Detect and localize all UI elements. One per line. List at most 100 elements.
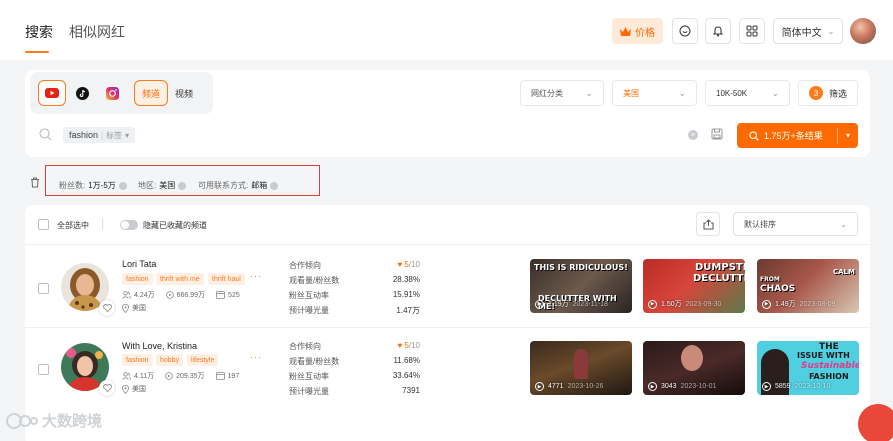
tab-similar-influencers[interactable]: 相似网红 <box>69 22 125 42</box>
tag[interactable]: hobby <box>156 354 184 366</box>
metric-label: 粉丝互动率 <box>289 372 329 381</box>
tag[interactable]: lifestyle <box>187 354 219 366</box>
brand-logo-icon <box>6 412 38 429</box>
video-date: 2023-10-26 <box>567 383 604 390</box>
clear-search-button[interactable]: × <box>688 130 698 140</box>
country-dropdown-label: 美国 <box>623 88 639 98</box>
heart-icon: ♥ <box>397 341 403 350</box>
video-date: 2023-11-18 <box>572 300 608 308</box>
location-pin-icon <box>122 384 129 394</box>
pricing-button[interactable]: 价格 <box>612 18 663 44</box>
heart-icon: ♥ <box>397 260 403 269</box>
remove-filter-icon[interactable] <box>178 181 187 190</box>
more-tags-button[interactable]: ··· <box>250 352 262 362</box>
channel-stats: 4.24万 666.99万 525 <box>122 290 240 300</box>
content-type-channel[interactable]: 频道 <box>134 80 168 106</box>
tag[interactable]: fashion <box>122 354 153 366</box>
chevron-down-icon: ⌄ <box>840 219 847 229</box>
country-dropdown[interactable]: 美国 ⌄ <box>612 80 697 106</box>
platform-tiktok[interactable] <box>68 80 96 106</box>
tab-search[interactable]: 搜索 <box>25 22 53 42</box>
influencer-name[interactable]: With Love, Kristina <box>122 341 197 351</box>
filter-count-badge: 3 <box>808 86 823 100</box>
hide-collected-toggle[interactable] <box>120 220 138 230</box>
play-icon: ▶ <box>762 382 771 391</box>
content-type-video[interactable]: 视频 <box>170 80 198 106</box>
category-dropdown[interactable]: 网红分类 ⌄ <box>520 80 604 106</box>
grid-icon <box>746 25 758 37</box>
heart-icon <box>102 384 112 392</box>
sort-dropdown[interactable]: 默认排序 ⌄ <box>733 212 858 236</box>
video-meta: ▶ 1.49万 2023-08-09 <box>762 299 835 309</box>
category-dropdown-label: 网红分类 <box>531 88 563 98</box>
applied-filter-label: 可用联系方式: <box>198 181 249 190</box>
location-text: 美国 <box>132 305 146 312</box>
video-thumbnail[interactable]: DUMPSTER DECLUTTER ▶1.50万2023-09-30 <box>643 259 745 313</box>
keyword-chip[interactable]: fashion | 标签 ▾ <box>63 127 136 143</box>
apps-button[interactable] <box>739 18 765 44</box>
platform-youtube[interactable] <box>38 80 66 106</box>
video-thumbnail[interactable]: FROM CHAOS CALM ▶ 1.49万 2023-08-09 <box>757 259 859 313</box>
influencer-name[interactable]: Lori Tata <box>122 259 156 269</box>
chevron-down-icon: ⌄ <box>771 87 779 98</box>
trash-icon[interactable] <box>30 177 40 188</box>
chevron-down-icon: ⌄ <box>585 87 593 98</box>
applied-filter-region[interactable]: 地区: 美国 <box>138 180 187 191</box>
video-thumbnail[interactable]: ▶ 3043 2023-10-01 <box>643 341 745 395</box>
applied-filter-followers[interactable]: 粉丝数: 1万-5万 <box>59 180 127 191</box>
applied-filter-contact[interactable]: 可用联系方式: 邮箱 <box>198 180 279 191</box>
remove-filter-icon[interactable] <box>118 181 127 190</box>
favorite-button[interactable] <box>99 300 115 316</box>
play-icon: ▶ <box>648 382 657 391</box>
search-icon <box>749 130 759 141</box>
metric-label: 合作倾向 <box>289 261 321 270</box>
user-avatar[interactable] <box>850 18 876 44</box>
tag[interactable]: thrift with me <box>156 273 204 285</box>
views-count: 209.35万 <box>176 373 205 380</box>
search-button[interactable]: 1.75万+条结果 ▾ <box>737 123 858 148</box>
notifications-button[interactable] <box>705 18 731 44</box>
video-thumbnail[interactable]: THE ISSUE WITH Sustainable FASHION ▶ 5859… <box>757 341 859 395</box>
select-all-label: 全部选中 <box>57 221 89 230</box>
video-date: 2023-09-30 <box>685 300 722 308</box>
location-pin-icon <box>122 303 129 313</box>
tag[interactable]: thrift haul <box>208 273 245 285</box>
videos-count: 197 <box>227 372 240 380</box>
save-search-icon[interactable] <box>711 128 723 140</box>
row-checkbox[interactable] <box>38 364 49 375</box>
search-options-dropdown[interactable]: ▾ <box>838 131 858 140</box>
video-date: 2023-10-10 <box>794 383 831 390</box>
estimated-exposure: 1.47万 <box>396 306 420 315</box>
tag[interactable]: fashion <box>122 273 153 285</box>
video-meta: ▶ 4771 2023-10-26 <box>535 382 603 391</box>
caret-down-icon: ▾ <box>845 131 850 140</box>
applied-filter-label: 地区: <box>138 181 157 190</box>
language-select[interactable]: 简体中文 ⌄ <box>773 18 843 44</box>
row-checkbox[interactable] <box>38 283 49 294</box>
export-button[interactable] <box>696 212 720 236</box>
support-button[interactable] <box>672 18 698 44</box>
location: 美国 <box>122 303 146 313</box>
video-thumbnail[interactable]: ▶ 4771 2023-10-26 <box>530 341 632 395</box>
filter-button[interactable]: 3 筛选 <box>798 80 858 106</box>
select-all-checkbox[interactable] <box>38 219 49 230</box>
favorite-button[interactable] <box>99 380 115 396</box>
chevron-down-icon: ⌄ <box>678 87 686 98</box>
video-thumbnail[interactable]: THIS IS RIDICULOUS! DECLUTTER WITH ME! ▶… <box>530 259 632 313</box>
remove-filter-icon[interactable] <box>270 181 279 190</box>
followers-dropdown[interactable]: 10K-50K ⌄ <box>705 80 790 106</box>
crown-icon <box>620 26 631 36</box>
video-meta: ▶ 5859 2023-10-10 <box>762 382 830 391</box>
engagement-rate: 33.64% <box>392 371 420 380</box>
chevron-down-icon: ⌄ <box>827 26 835 36</box>
followers-count: 4.11万 <box>134 373 155 380</box>
platform-instagram[interactable] <box>98 80 126 106</box>
play-icon: ▶ <box>535 299 544 309</box>
play-icon: ▶ <box>648 299 657 309</box>
metric-label: 观看量/粉丝数 <box>289 357 340 366</box>
floating-help-button[interactable] <box>858 404 893 441</box>
more-tags-button[interactable]: ··· <box>250 271 262 281</box>
channel-stats: 4.11万 209.35万 197 <box>122 371 239 381</box>
followers-count: 4.24万 <box>134 292 155 299</box>
video-meta: ▶ 1.50万 2023-09-30 <box>648 299 721 309</box>
